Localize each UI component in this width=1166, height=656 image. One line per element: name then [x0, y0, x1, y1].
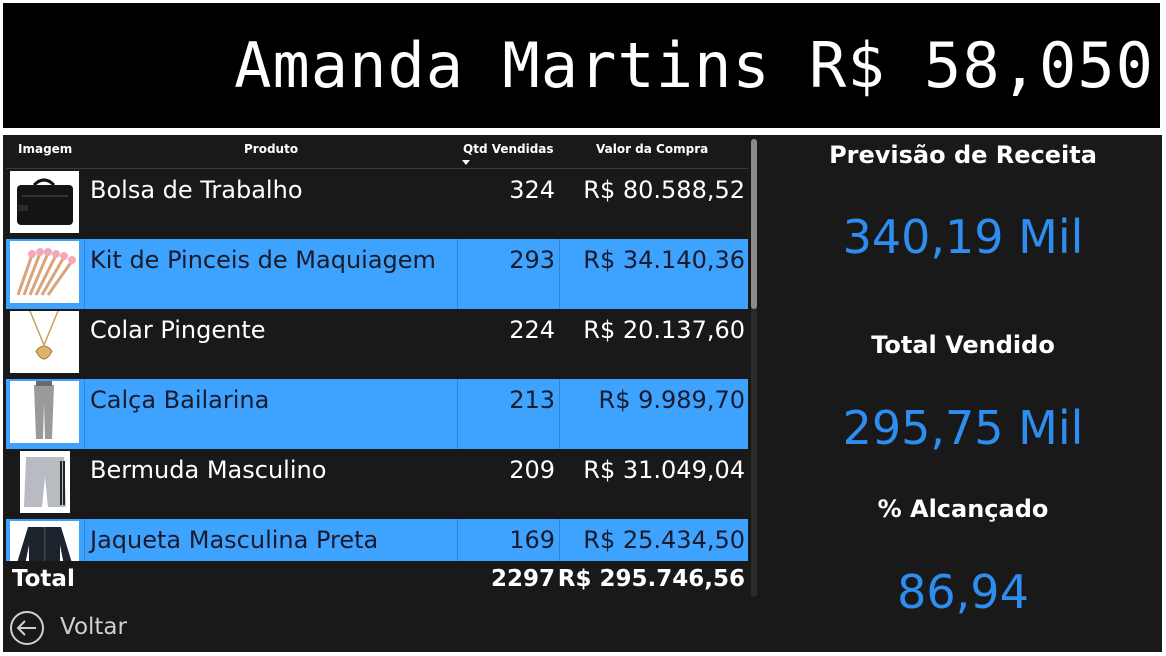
column-header-value[interactable]: Valor da Compra — [596, 142, 708, 156]
back-button[interactable]: Voltar — [9, 610, 127, 646]
kpi-total-sold-value: 295,75 Mil — [842, 401, 1084, 455]
shell-necklace-image — [10, 311, 79, 373]
header-banner: Amanda Martins R$ 58,050 — [3, 3, 1160, 128]
kpi-achieved-value: 86,94 — [897, 565, 1029, 619]
grey-shorts-image — [20, 451, 70, 513]
table-body: Bolsa de Trabalho 324 R$ 80.588,52 Kit d… — [6, 169, 748, 561]
table-total-row: Total 2297 R$ 295.746,56 — [6, 562, 748, 602]
product-name: Bermuda Masculino — [90, 456, 327, 484]
sort-desc-icon — [462, 160, 470, 165]
column-header-product[interactable]: Produto — [244, 142, 298, 156]
report-panel: Imagem Produto Qtd Vendidas Valor da Com… — [3, 135, 1162, 652]
product-name: Calça Bailarina — [90, 386, 270, 414]
qty-sold: 224 — [509, 316, 555, 344]
purchase-value: R$ 20.137,60 — [583, 316, 745, 344]
black-laptop-bag-image — [10, 171, 79, 233]
grey-leggings-image — [10, 381, 79, 443]
purchase-value: R$ 80.588,52 — [583, 176, 745, 204]
table-row[interactable]: Calça Bailarina 213 R$ 9.989,70 — [6, 379, 748, 449]
black-jacket-image — [10, 521, 79, 561]
table-row[interactable]: Jaqueta Masculina Preta 169 R$ 25.434,50 — [6, 519, 748, 561]
kpi-achieved-title: % Alcançado — [877, 495, 1049, 523]
product-name: Colar Pingente — [90, 316, 266, 344]
purchase-value: R$ 31.049,04 — [583, 456, 745, 484]
cell-divider — [84, 519, 85, 561]
header-title: Amanda Martins R$ 58,050 — [234, 29, 1154, 102]
cell-divider — [84, 239, 85, 309]
total-value: R$ 295.746,56 — [557, 566, 745, 592]
table-scrollbar[interactable] — [751, 139, 757, 597]
qty-sold: 213 — [509, 386, 555, 414]
column-header-image[interactable]: Imagem — [18, 142, 72, 156]
product-name: Jaqueta Masculina Preta — [90, 526, 379, 554]
cell-divider — [457, 379, 458, 449]
total-qty: 2297 — [490, 566, 555, 592]
cell-divider — [559, 379, 560, 449]
cell-divider — [559, 239, 560, 309]
makeup-brushes-image — [10, 241, 79, 303]
product-name: Bolsa de Trabalho — [90, 176, 303, 204]
back-button-label: Voltar — [60, 614, 127, 640]
table-row[interactable]: Kit de Pinceis de Maquiagem 293 R$ 34.14… — [6, 239, 748, 309]
qty-sold: 169 — [509, 526, 555, 554]
arrow-left-circle-icon — [10, 611, 44, 645]
cell-divider — [559, 519, 560, 561]
scrollbar-thumb[interactable] — [751, 139, 757, 309]
table-row[interactable]: Bermuda Masculino 209 R$ 31.049,04 — [6, 449, 748, 519]
kpi-forecast-title: Previsão de Receita — [829, 141, 1097, 169]
purchase-value: R$ 9.989,70 — [598, 386, 745, 414]
purchase-value: R$ 34.140,36 — [583, 246, 745, 274]
total-label: Total — [12, 566, 75, 592]
cell-divider — [457, 519, 458, 561]
product-name: Kit de Pinceis de Maquiagem — [90, 246, 436, 274]
kpi-forecast-value: 340,19 Mil — [842, 210, 1084, 264]
purchase-value: R$ 25.434,50 — [583, 526, 745, 554]
cell-divider — [457, 239, 458, 309]
kpi-total-sold-title: Total Vendido — [871, 331, 1055, 359]
table-header: Imagem Produto Qtd Vendidas Valor da Com… — [6, 135, 748, 169]
qty-sold: 324 — [509, 176, 555, 204]
sales-table: Imagem Produto Qtd Vendidas Valor da Com… — [6, 135, 761, 605]
cell-divider — [84, 379, 85, 449]
qty-sold: 293 — [509, 246, 555, 274]
column-header-qty[interactable]: Qtd Vendidas — [463, 142, 554, 156]
table-row[interactable]: Bolsa de Trabalho 324 R$ 80.588,52 — [6, 169, 748, 239]
table-row[interactable]: Colar Pingente 224 R$ 20.137,60 — [6, 309, 748, 379]
qty-sold: 209 — [509, 456, 555, 484]
